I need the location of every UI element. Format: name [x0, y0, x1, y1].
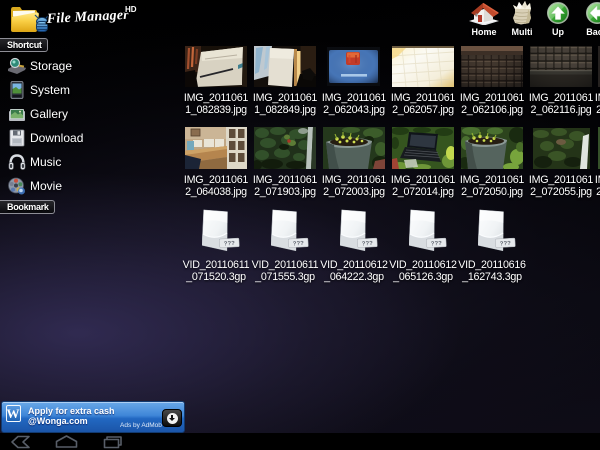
- svg-text:HD: HD: [125, 5, 137, 14]
- svg-text:File Manager: File Manager: [45, 8, 129, 27]
